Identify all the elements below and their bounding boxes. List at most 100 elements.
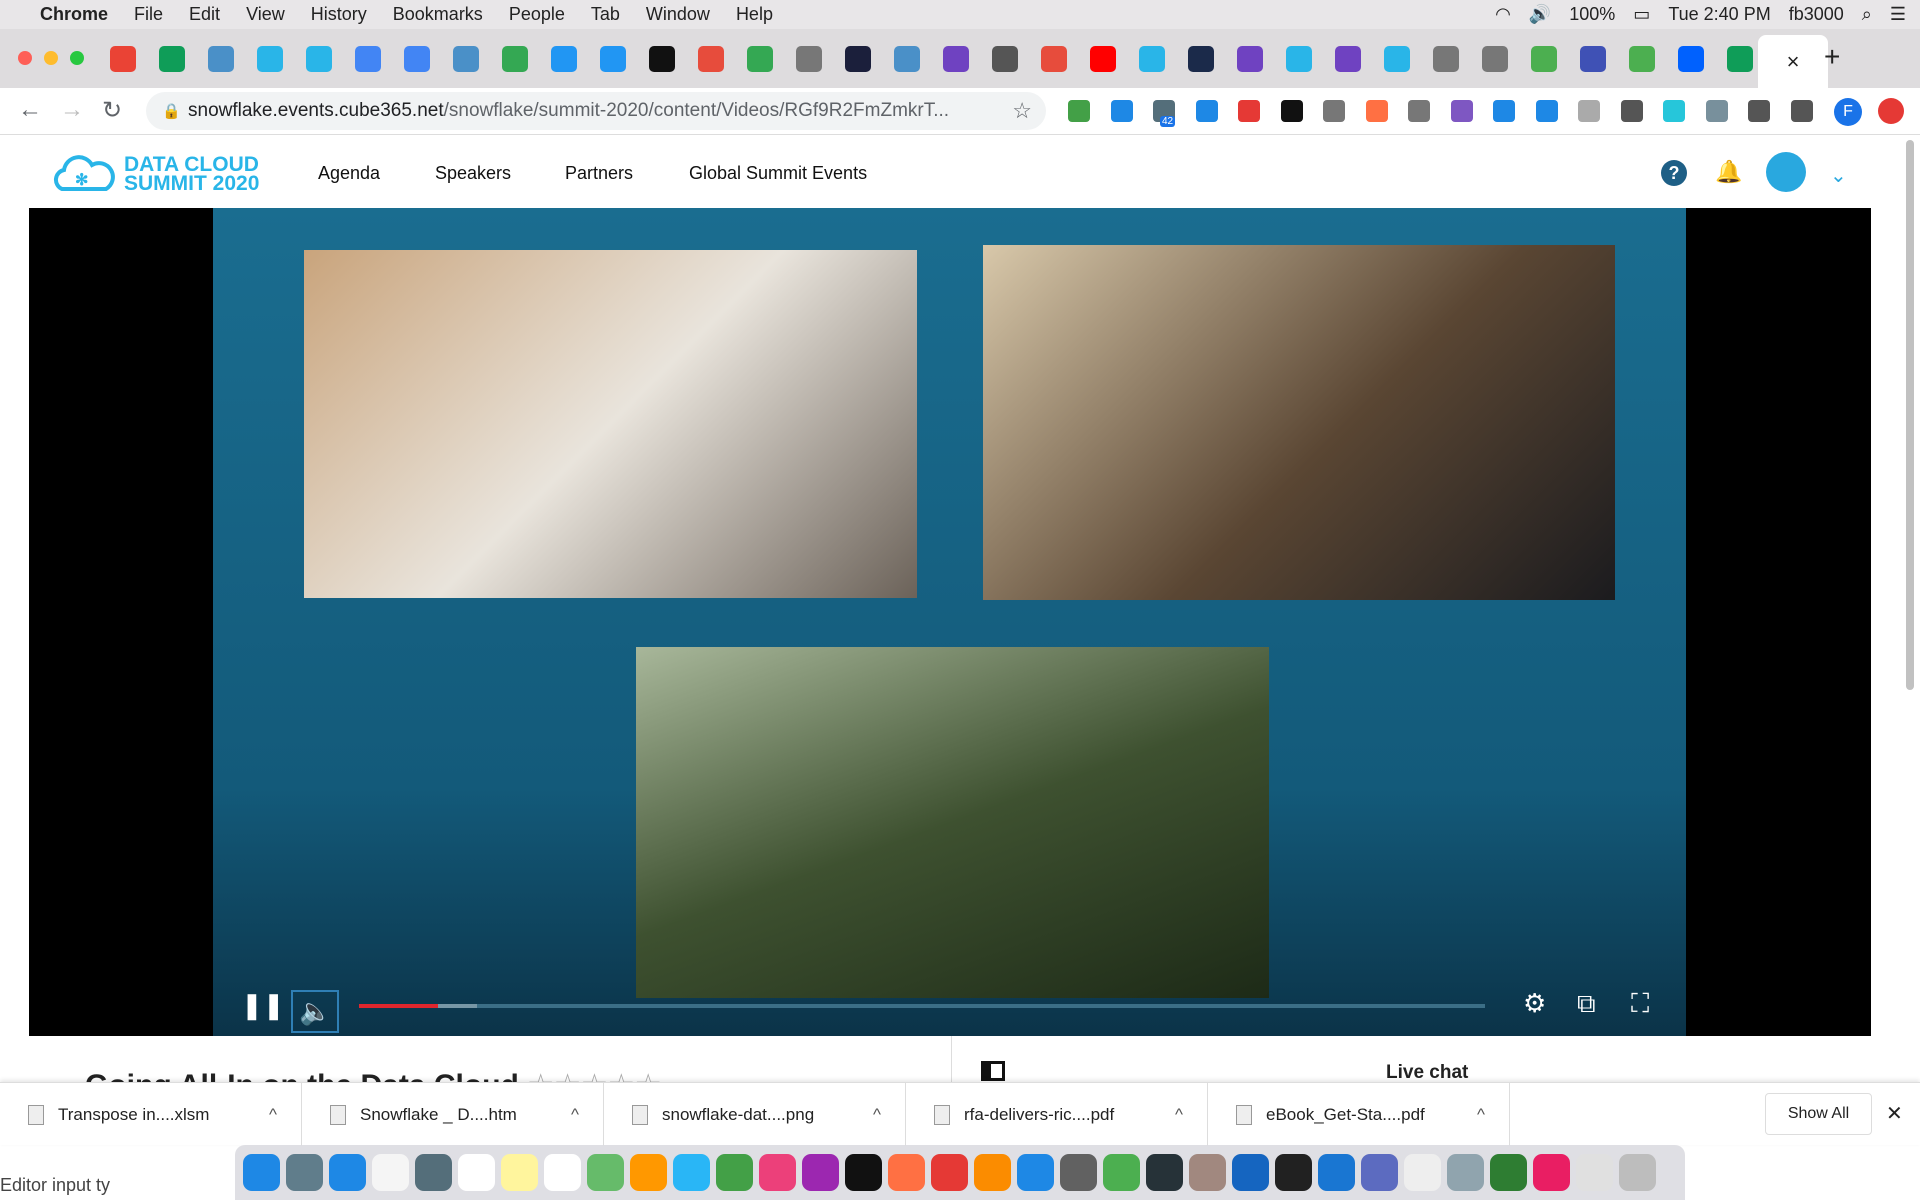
- control-center-icon[interactable]: ☰: [1890, 4, 1906, 25]
- back-icon[interactable]: ←: [18, 96, 42, 124]
- dock-app-icon[interactable]: [716, 1154, 753, 1191]
- dock-app-icon[interactable]: [458, 1154, 495, 1191]
- tab-favicon[interactable]: [1384, 45, 1410, 72]
- extension-icon[interactable]: [1068, 100, 1090, 122]
- tab-favicon[interactable]: [1678, 45, 1704, 72]
- tab-favicon[interactable]: [1629, 45, 1655, 72]
- download-item[interactable]: rfa-delivers-ric....pdf ^: [906, 1083, 1208, 1146]
- tab-favicon[interactable]: [747, 45, 773, 72]
- extension-icon[interactable]: [1323, 100, 1345, 122]
- tab-favicon[interactable]: [1580, 45, 1606, 72]
- battery-percent[interactable]: 100%: [1569, 4, 1615, 25]
- dock-app-icon[interactable]: [587, 1154, 624, 1191]
- nav-agenda[interactable]: Agenda: [318, 163, 380, 184]
- url-bar[interactable]: 🔒 snowflake.events.cube365.net/snowflake…: [146, 92, 1046, 130]
- download-item[interactable]: snowflake-dat....png ^: [604, 1083, 906, 1146]
- user-name[interactable]: fb3000: [1789, 4, 1844, 25]
- menu-edit[interactable]: Edit: [189, 4, 220, 25]
- tab-favicon[interactable]: [1286, 45, 1312, 72]
- bell-icon[interactable]: 🔔: [1715, 159, 1742, 185]
- menu-view[interactable]: View: [246, 4, 285, 25]
- dock-app-icon[interactable]: [759, 1154, 796, 1191]
- dock-app-icon[interactable]: [1318, 1154, 1355, 1191]
- menu-tab[interactable]: Tab: [591, 4, 620, 25]
- help-icon[interactable]: ?: [1661, 160, 1687, 186]
- settings-icon[interactable]: ⚙: [1523, 988, 1546, 1019]
- extension-icon[interactable]: [1408, 100, 1430, 122]
- wifi-icon[interactable]: ◠: [1495, 4, 1511, 25]
- close-window-button[interactable]: [18, 51, 32, 65]
- menu-bookmarks[interactable]: Bookmarks: [393, 4, 483, 25]
- user-avatar[interactable]: [1766, 152, 1806, 192]
- tab-favicon[interactable]: [698, 45, 724, 72]
- extension-icon[interactable]: [1450, 100, 1473, 122]
- tab-favicon[interactable]: [306, 45, 332, 72]
- dock-app-icon[interactable]: [1533, 1154, 1570, 1191]
- menu-window[interactable]: Window: [646, 4, 710, 25]
- tab-favicon[interactable]: [649, 45, 675, 72]
- dock-app-icon[interactable]: [501, 1154, 538, 1191]
- tab-favicon[interactable]: [1090, 45, 1116, 72]
- forward-icon[interactable]: →: [60, 96, 84, 124]
- tab-favicon[interactable]: [1139, 45, 1165, 72]
- picture-in-picture-icon[interactable]: ⧉: [1577, 988, 1596, 1020]
- extension-icon[interactable]: [1535, 100, 1558, 122]
- extension-icon[interactable]: [1195, 100, 1218, 122]
- summit-logo[interactable]: ✻ DATA CLOUD SUMMIT 2020: [50, 154, 259, 194]
- menu-help[interactable]: Help: [736, 4, 773, 25]
- chevron-up-icon[interactable]: ^: [269, 1105, 277, 1125]
- lock-icon[interactable]: 🔒: [162, 102, 181, 120]
- dock-app-icon[interactable]: [931, 1154, 968, 1191]
- update-icon[interactable]: [1878, 98, 1904, 124]
- tab-favicon[interactable]: [845, 45, 871, 72]
- tab-favicon[interactable]: [453, 45, 479, 72]
- new-tab-button[interactable]: +: [1824, 41, 1840, 73]
- volume-icon[interactable]: 🔈: [291, 990, 340, 1033]
- dock-app-icon[interactable]: [888, 1154, 925, 1191]
- dock-app-icon[interactable]: [243, 1154, 280, 1191]
- minimize-window-button[interactable]: [44, 51, 58, 65]
- close-tab-icon[interactable]: ×: [1787, 49, 1800, 75]
- extension-icon[interactable]: [1705, 100, 1728, 122]
- dock-app-icon[interactable]: [974, 1154, 1011, 1191]
- tab-favicon[interactable]: [992, 45, 1018, 72]
- tab-favicon[interactable]: [1433, 45, 1459, 72]
- dock-app-icon[interactable]: [845, 1154, 882, 1191]
- tab-favicon[interactable]: [502, 45, 528, 72]
- tab-favicon[interactable]: [110, 45, 136, 72]
- chevron-up-icon[interactable]: ^: [571, 1105, 579, 1125]
- video-player[interactable]: ❚❚ 🔈 ⚙ ⧉ ⛶: [29, 208, 1871, 1036]
- dock-app-icon[interactable]: [1275, 1154, 1312, 1191]
- extension-icon[interactable]: [1748, 100, 1770, 122]
- extension-icon[interactable]: [1620, 100, 1643, 122]
- fullscreen-icon[interactable]: ⛶: [1631, 988, 1649, 1020]
- dock-app-icon[interactable]: [1017, 1154, 1054, 1191]
- tab-favicon[interactable]: [1727, 45, 1753, 72]
- dock-app-icon[interactable]: [1146, 1154, 1183, 1191]
- dock-app-icon[interactable]: [1576, 1154, 1613, 1191]
- bookmark-star-icon[interactable]: ☆: [1012, 98, 1032, 124]
- dock-app-icon[interactable]: [415, 1154, 452, 1191]
- tab-favicon[interactable]: [600, 45, 626, 72]
- extension-icon[interactable]: [1790, 100, 1813, 122]
- dock-app-icon[interactable]: [1060, 1154, 1097, 1191]
- menu-history[interactable]: History: [311, 4, 367, 25]
- tab-favicon[interactable]: [1041, 45, 1067, 72]
- dock-app-icon[interactable]: [1619, 1154, 1656, 1191]
- zoom-window-button[interactable]: [70, 51, 84, 65]
- nav-global-summit-events[interactable]: Global Summit Events: [689, 163, 867, 184]
- dock-app-icon[interactable]: [673, 1154, 710, 1191]
- extension-icon[interactable]: [1110, 100, 1133, 122]
- dock-app-icon[interactable]: [286, 1154, 323, 1191]
- sidebar-toggle-icon[interactable]: [981, 1061, 1005, 1081]
- tab-favicon[interactable]: [894, 45, 920, 72]
- tab-favicon[interactable]: [159, 45, 185, 72]
- tab-favicon[interactable]: [208, 45, 234, 72]
- spotlight-icon[interactable]: ⌕: [1862, 4, 1872, 25]
- dock-app-icon[interactable]: [1232, 1154, 1269, 1191]
- menu-file[interactable]: File: [134, 4, 163, 25]
- extension-icon[interactable]: [1493, 100, 1515, 122]
- close-downloads-icon[interactable]: ✕: [1886, 1101, 1903, 1126]
- pause-icon[interactable]: ❚❚: [241, 990, 285, 1021]
- active-tab[interactable]: ×: [1758, 35, 1828, 88]
